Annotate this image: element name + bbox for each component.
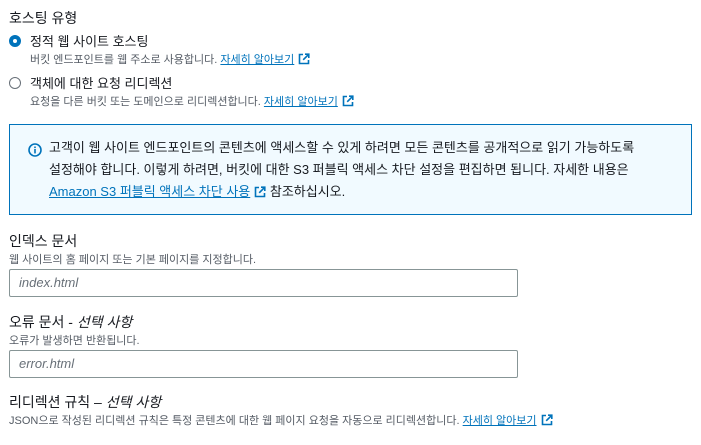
option-redirect-label[interactable]: 객체에 대한 요청 리디렉션 — [30, 73, 172, 92]
redirection-rules-label: 리디렉션 규칙 – 선택 사항 — [9, 394, 162, 410]
option-static-hosting-desc: 버킷 엔드포인트를 웹 주소로 사용합니다. 자세히 알아보기 — [30, 51, 310, 67]
index-document-desc: 웹 사이트의 홈 페이지 또는 기본 페이지를 지정합니다. — [9, 254, 257, 266]
error-document-input[interactable]: error.html — [9, 350, 518, 378]
external-link-icon[interactable] — [541, 414, 553, 426]
index-document-label: 인덱스 문서 — [9, 233, 78, 249]
external-link-icon[interactable] — [254, 186, 266, 198]
error-document-desc: 오류가 발생하면 반환됩니다. — [9, 335, 140, 347]
error-document-label: 오류 문서 - 선택 사항 — [9, 314, 133, 330]
external-link-icon[interactable] — [298, 53, 310, 65]
option-static-hosting-label[interactable]: 정적 웹 사이트 호스팅 — [30, 31, 148, 50]
index-document-input[interactable]: index.html — [9, 269, 518, 297]
block-public-access-link[interactable]: Amazon S3 퍼블릭 액세스 차단 사용 — [49, 184, 250, 199]
info-alert-text: 고객이 웹 사이트 엔드포인트의 콘텐츠에 액세스할 수 있게 하려면 모든 콘… — [49, 140, 635, 199]
hosting-type-title: 호스팅 유형 — [9, 10, 78, 26]
option-redirect-desc: 요청을 다른 버킷 또는 도메인으로 리디렉션합니다. 자세히 알아보기 — [30, 93, 354, 109]
learn-more-link[interactable]: 자세히 알아보기 — [264, 96, 338, 108]
learn-more-link[interactable]: 자세히 알아보기 — [463, 415, 537, 427]
learn-more-link[interactable]: 자세히 알아보기 — [220, 54, 294, 66]
radio-redirect-requests[interactable] — [9, 77, 21, 89]
external-link-icon[interactable] — [342, 95, 354, 107]
redirection-rules-desc: JSON으로 작성된 리디렉션 규칙은 특정 콘텐츠에 대한 웹 페이지 요청을… — [9, 412, 553, 428]
radio-static-hosting[interactable] — [9, 35, 21, 47]
info-icon — [28, 143, 42, 157]
